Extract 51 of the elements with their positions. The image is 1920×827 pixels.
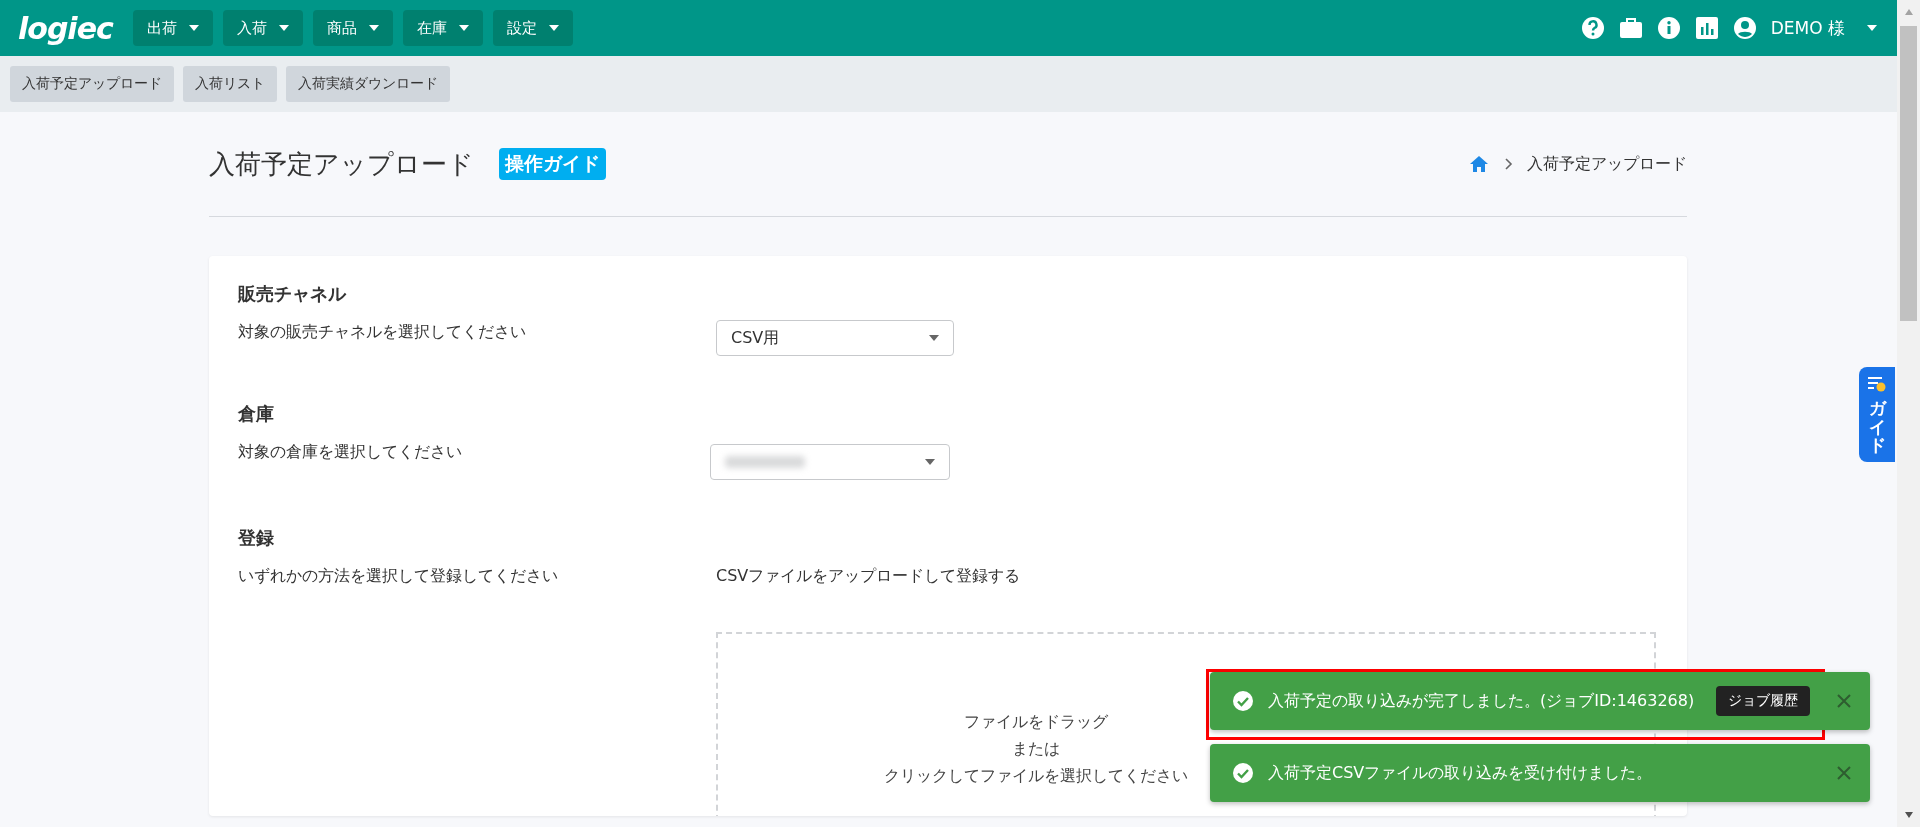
section-heading: 販売チャネル [238, 282, 348, 306]
nav-menu-button[interactable]: 在庫 [402, 10, 483, 46]
job-history-button[interactable]: ジョブ履歴 [1716, 686, 1810, 716]
user-menu[interactable]: DEMO 様 [1764, 15, 1851, 41]
help-icon[interactable] [1580, 16, 1605, 40]
briefcase-icon[interactable] [1618, 16, 1643, 40]
caret-icon [925, 459, 935, 465]
caret-icon [548, 25, 559, 31]
nav-menu-button[interactable]: 入荷 [222, 10, 303, 46]
bar-chart-icon[interactable] [1694, 16, 1719, 40]
dropdown-field[interactable] [710, 444, 950, 480]
info-icon[interactable] [1656, 16, 1681, 40]
scrollbar-thumb[interactable] [1900, 26, 1917, 321]
close-icon[interactable] [1836, 693, 1852, 709]
section-prompt: 対象の販売チャネルを選択してください [238, 321, 527, 343]
caret-icon [188, 25, 199, 31]
user-avatar-icon[interactable] [1732, 16, 1757, 40]
check-circle-icon [1232, 690, 1254, 712]
chevron-right-icon [1503, 158, 1513, 170]
check-circle-icon [1232, 762, 1254, 784]
section-heading: 登録 [238, 526, 275, 550]
breadcrumb-item: 入荷予定アップロード [1527, 153, 1687, 175]
drop-zone-text: クリックしてファイルを選択してください [884, 766, 1188, 787]
upload-option-label: CSVファイルをアップロードして登録する [716, 565, 1022, 587]
caret-icon [368, 25, 379, 31]
scroll-down-icon[interactable] [1903, 811, 1914, 819]
scroll-up-icon[interactable] [1903, 8, 1914, 16]
guide-side-tab[interactable]: ガイド [1859, 367, 1895, 462]
subnav-button[interactable]: 入荷予定アップロード [10, 66, 174, 102]
logo[interactable]: logiec [18, 10, 113, 46]
nav-menu-button[interactable]: 設定 [492, 10, 573, 46]
notification-message: 入荷予定CSVファイルの取り込みを受け付けました。 [1268, 762, 1654, 784]
caret-icon [458, 25, 469, 31]
nav-menu-button[interactable]: 出荷 [132, 10, 213, 46]
close-icon[interactable] [1836, 765, 1852, 781]
list-dot-icon [1867, 375, 1887, 393]
section-heading: 倉庫 [238, 402, 275, 426]
home-icon[interactable] [1469, 154, 1489, 174]
nav-menu-button[interactable]: 商品 [312, 10, 393, 46]
drop-zone-text: または [1012, 739, 1060, 760]
drop-zone-text: ファイルをドラッグ [964, 712, 1108, 733]
caret-icon [278, 25, 289, 31]
section-prompt: いずれかの方法を選択して登録してください [238, 565, 559, 587]
dropdown-field[interactable]: CSV用 [716, 320, 954, 356]
page-title: 入荷予定アップロード [209, 147, 474, 181]
caret-icon[interactable] [1867, 25, 1877, 31]
subnav-button[interactable]: 入荷実績ダウンロード [286, 66, 450, 102]
section-prompt: 対象の倉庫を選択してください [238, 441, 463, 463]
guide-badge[interactable]: 操作ガイド [499, 148, 606, 180]
subnav-button[interactable]: 入荷リスト [183, 66, 277, 102]
caret-icon [929, 335, 939, 341]
